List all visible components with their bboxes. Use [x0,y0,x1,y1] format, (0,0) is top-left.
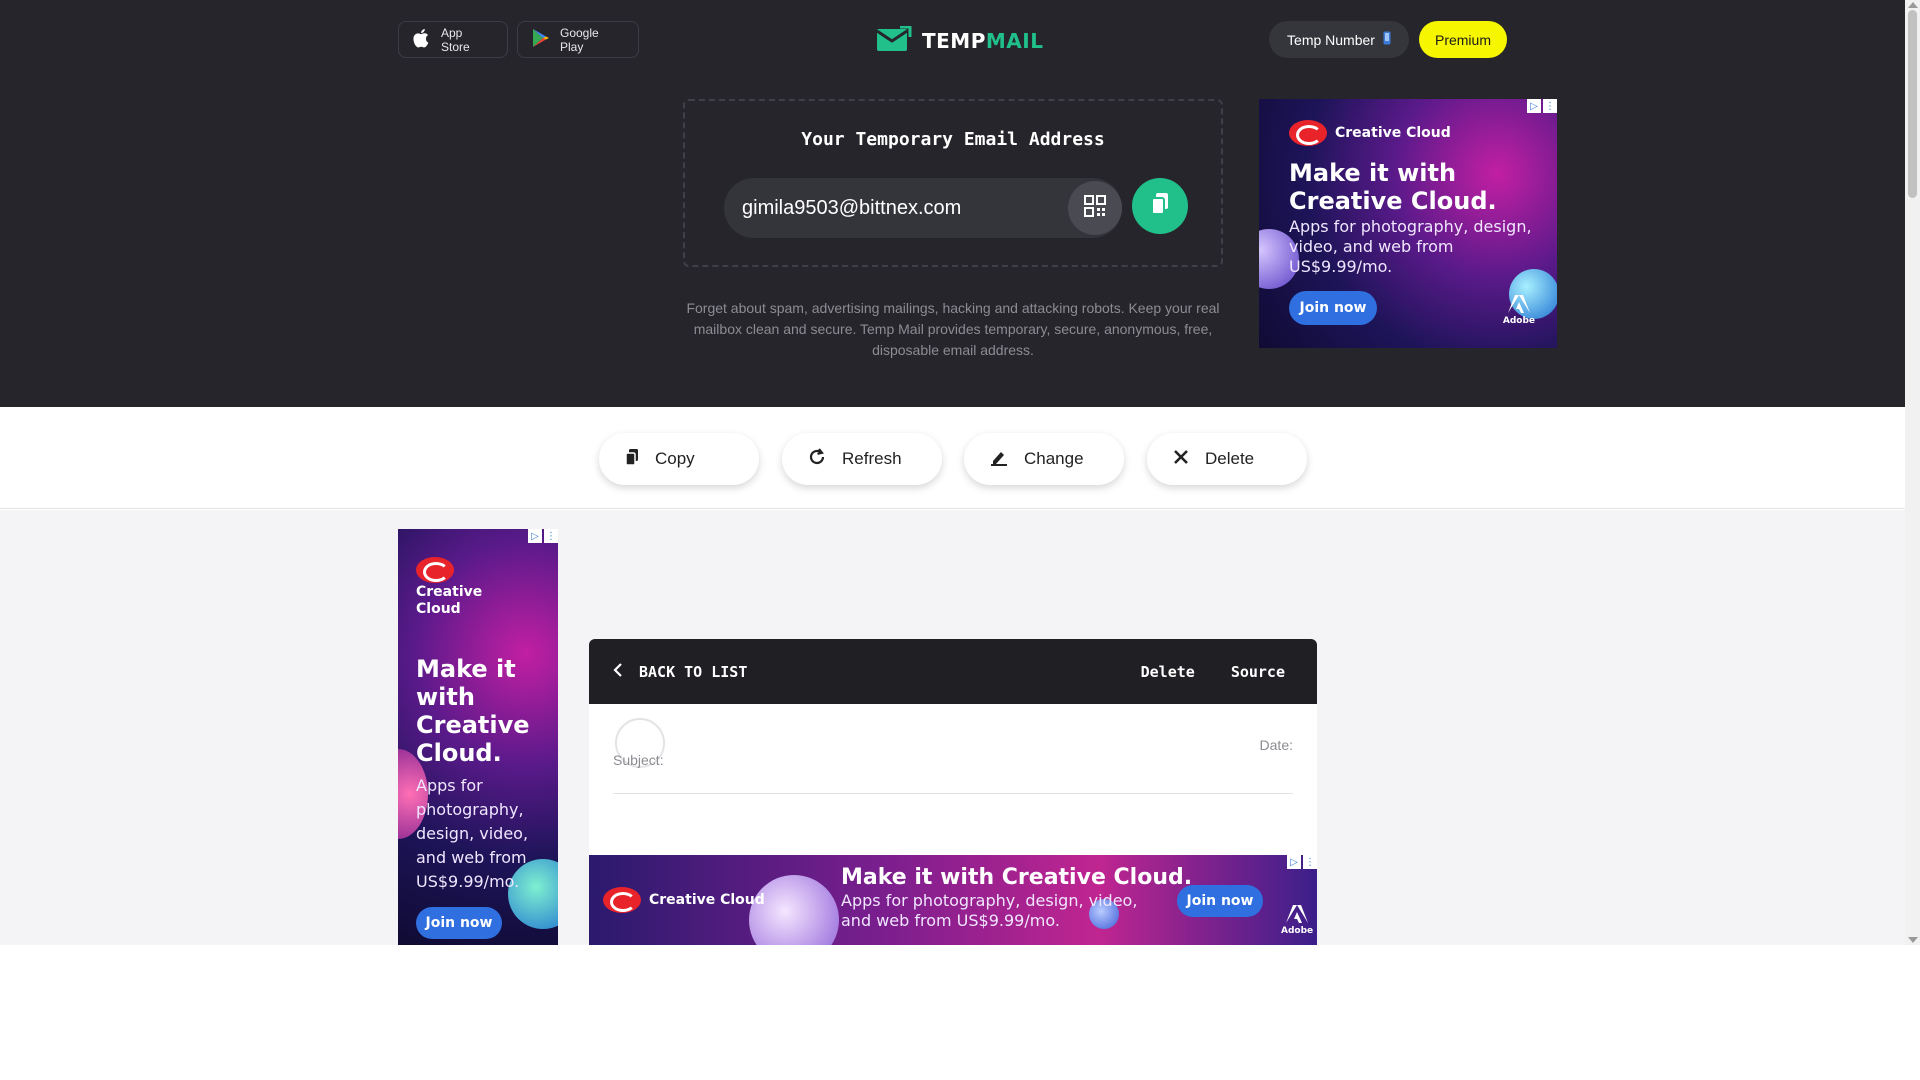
ad-join-now-button[interactable]: Join now [416,907,502,939]
ad-brand-name: Creative Cloud [1335,125,1451,141]
qr-code-icon [1083,194,1107,223]
ad-choices-icon[interactable]: ▷ ⋮ [1527,99,1557,113]
hero-section: App Store Google Play TEMPMAIL Temp Numb… [0,0,1905,407]
delete-label: Delete [1205,449,1255,468]
ad-body: Apps for photography, design, video, and… [416,776,529,891]
temporary-email-box: Your Temporary Email Address gimila9503@… [683,99,1223,267]
message-date-label: Date: [1259,737,1293,753]
logo-text: TEMPMAIL [922,29,1044,53]
sender-row: Date: [613,704,1293,794]
scroll-down-arrow-icon[interactable] [1908,937,1918,943]
creative-cloud-logo: Creative Cloud [603,887,765,913]
premium-button[interactable]: Premium [1419,21,1507,58]
back-to-list-link[interactable]: BACK TO LIST [613,663,747,681]
app-store-button[interactable]: App Store [398,21,508,58]
page-bottom-area [0,945,1905,1080]
message-source-link[interactable]: Source [1231,663,1285,681]
copy-icon [1150,192,1170,221]
creative-cloud-logo: Creative Cloud [1289,120,1451,146]
scroll-up-arrow-icon[interactable] [1908,2,1918,8]
chevron-left-icon [613,662,623,681]
service-description: Forget about spam, advertising mailings,… [686,300,1220,358]
apple-icon [413,28,431,51]
temp-number-label: Temp Number [1287,31,1375,48]
change-button[interactable]: Change [964,433,1124,485]
tempmail-logo[interactable]: TEMPMAIL [876,25,1044,57]
ad-join-now-button[interactable]: Join now [1177,885,1263,917]
ad-brand-name: Creative Cloud [649,892,765,908]
creative-cloud-ad-top[interactable]: ▷ ⋮ Creative Cloud Make it with Creative … [1259,99,1557,348]
google-play-label: Google Play [560,25,599,54]
adobe-label: Adobe [1502,316,1535,326]
temp-number-button[interactable]: Temp Number [1269,21,1409,58]
adobe-label: Adobe [1281,926,1314,936]
creative-cloud-ad-left[interactable]: ▷ ⋮ Creative Cloud Make it with Creative … [398,529,558,945]
email-box-title: Your Temporary Email Address [801,129,1105,150]
ad-headline: Make it with Creative Cloud. [841,865,1193,890]
copy-label: Copy [655,449,695,468]
creative-cloud-icon [1289,120,1327,146]
ad-brand-line2: Cloud [416,601,461,617]
edit-icon [990,448,1008,471]
creative-cloud-ad-bottom[interactable]: ▷ ⋮ Creative Cloud Make it with Creative … [589,855,1317,945]
copy-email-button[interactable] [1132,178,1188,234]
google-play-icon [532,28,550,51]
email-address-field[interactable]: gimila9503@bittnex.com [724,178,1122,238]
change-label: Change [1024,449,1084,468]
refresh-label: Refresh [842,449,902,468]
message-subject-label: Subject: [613,752,664,768]
premium-label: Premium [1434,31,1491,48]
message-toolbar: BACK TO LIST Delete Source [589,639,1317,704]
ad-body: Apps for photography, design, video, and… [841,891,1138,930]
ad-headline: Make it with Creative Cloud. [416,655,530,767]
refresh-button[interactable]: Refresh [782,433,942,485]
scrollbar-thumb[interactable] [1908,10,1917,198]
creative-cloud-logo: Creative Cloud [416,557,482,617]
ad-brand-line1: Creative [416,584,483,600]
app-store-label: App Store [441,25,470,54]
creative-cloud-icon [416,557,454,583]
ad-join-now-button[interactable]: Join now [1289,291,1377,325]
close-icon [1173,449,1189,470]
creative-cloud-icon [603,887,641,913]
google-play-button[interactable]: Google Play [517,21,639,58]
ad-choices-icon[interactable]: ▷ ⋮ [1287,855,1317,869]
ad-headline: Make it with Creative Cloud. [1289,159,1497,215]
ad-choices-icon[interactable]: ▷ ⋮ [528,529,558,543]
qr-code-button[interactable] [1068,181,1122,235]
vertical-scrollbar[interactable] [1905,0,1920,945]
action-bar: Copy Refresh Change Delete [0,407,1905,509]
copy-icon [625,448,639,471]
back-to-list-label: BACK TO LIST [639,662,748,681]
ad-body: Apps for photography, design, video, and… [1289,217,1532,276]
message-panel: BACK TO LIST Delete Source Date: Subject… [589,639,1317,855]
adobe-logo: Adobe [1503,295,1535,326]
copy-button[interactable]: Copy [599,433,759,485]
delete-button[interactable]: Delete [1147,433,1307,485]
phone-icon [1383,31,1391,48]
email-address-text: gimila9503@bittnex.com [742,196,962,219]
envelope-icon [876,25,912,57]
adobe-logo: Adobe [1281,905,1313,936]
refresh-icon [808,447,826,471]
message-delete-link[interactable]: Delete [1141,663,1195,681]
